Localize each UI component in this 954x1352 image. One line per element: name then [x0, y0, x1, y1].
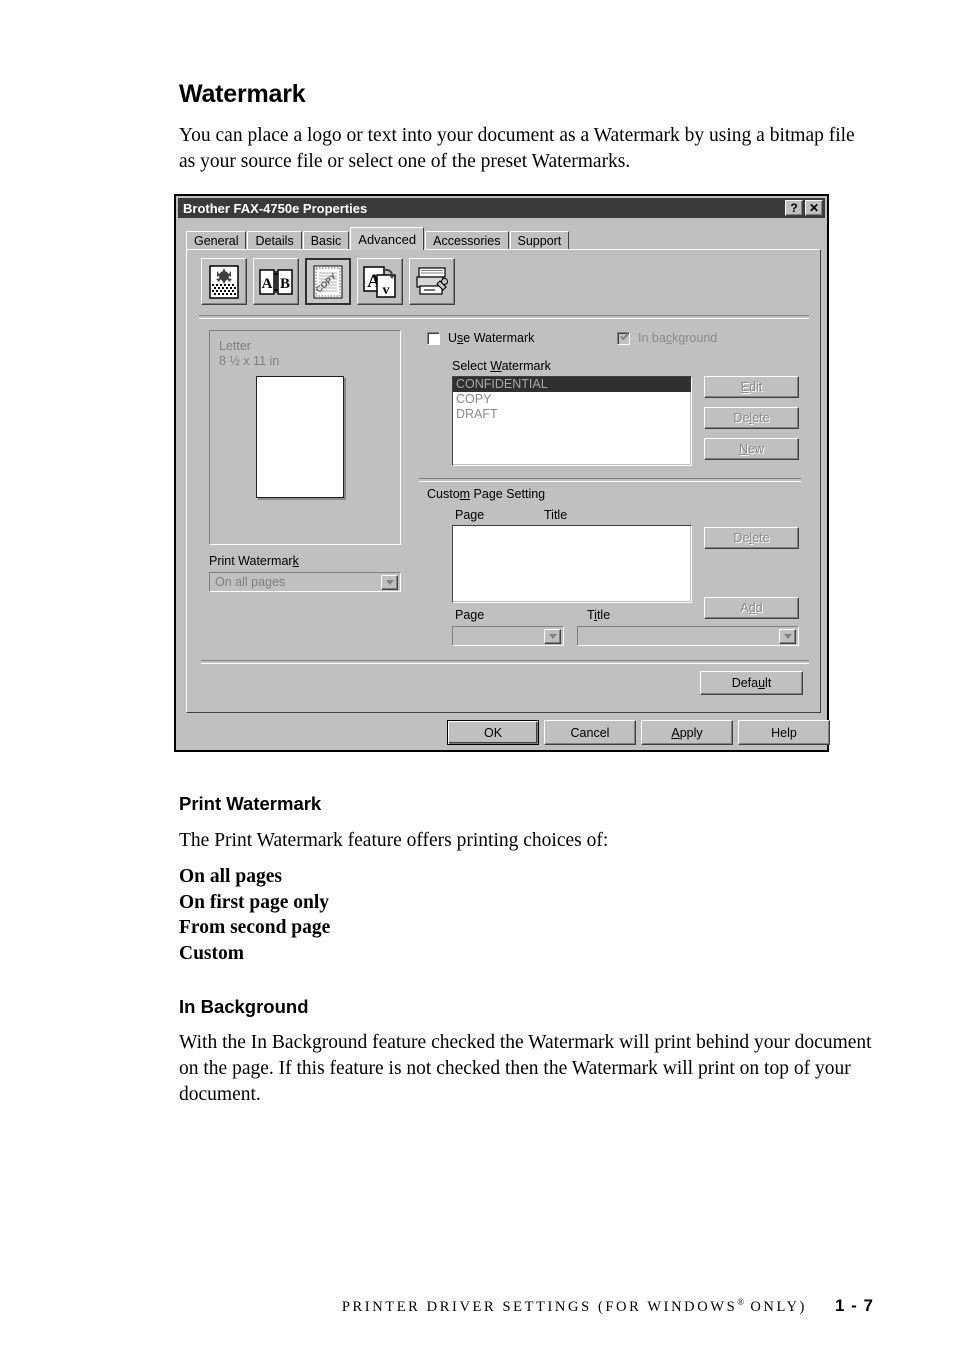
apply-button-label: Apply [671, 725, 703, 740]
toolbar-separator [199, 315, 809, 319]
column-header-page: Page [455, 508, 485, 522]
in-background-checkbox[interactable]: In background [617, 331, 717, 345]
use-watermark-checkbox[interactable]: Use Watermark [427, 331, 534, 345]
advanced-toolbar: A B COPY A v [201, 258, 455, 305]
custom-title-combo[interactable] [577, 626, 799, 646]
tab-strip: General Details Basic Advanced Accessori… [186, 227, 821, 250]
default-button-label: Default [731, 676, 772, 690]
in-background-heading: In Background [179, 996, 309, 1017]
footer-text-after: ONLY) [744, 1299, 807, 1315]
print-watermark-choices: On all pages On first page only From sec… [179, 864, 330, 966]
print-watermark-intro: The Print Watermark feature offers print… [179, 830, 609, 851]
delete-watermark-button[interactable]: Delete [704, 407, 799, 429]
intro-paragraph: You can place a logo or text into your d… [179, 125, 855, 172]
footer-running-head: PRINTER DRIVER SETTINGS (FOR WINDOWS® ON… [341, 1297, 807, 1315]
choice-item: On first page only [179, 891, 330, 913]
ok-button[interactable]: OK [447, 720, 539, 745]
page-footer: PRINTER DRIVER SETTINGS (FOR WINDOWS® ON… [0, 1296, 954, 1316]
svg-text:B: B [280, 276, 290, 292]
choice-item: Custom [179, 942, 245, 964]
font-rotate-icon[interactable]: A v [357, 258, 403, 305]
in-background-label: In background [638, 331, 718, 345]
preview-paper-sheet [256, 376, 344, 498]
page-number: 1 - 7 [834, 1296, 874, 1315]
edit-button-label: Edit [740, 380, 763, 394]
select-watermark-label: Select Watermark [452, 359, 551, 373]
help-button[interactable]: Help [738, 720, 830, 745]
custom-page-setting-label: Custom Page Setting [427, 487, 546, 501]
chevron-down-icon[interactable] [381, 574, 398, 590]
list-item[interactable]: COPY [453, 392, 691, 407]
section-separator [419, 478, 801, 482]
title-field-label: Title [587, 608, 611, 622]
chevron-down-icon[interactable] [779, 628, 796, 644]
list-item[interactable]: CONFIDENTIAL [453, 377, 691, 392]
checkmark-icon [620, 332, 629, 340]
chevron-down-icon[interactable] [544, 628, 561, 644]
in-background-body: With the In Background feature checked t… [179, 1032, 872, 1105]
footer-text-before: PRINTER DRIVER SETTINGS (FOR WINDOWS [341, 1299, 738, 1315]
watermark-copy-icon[interactable]: COPY [305, 258, 351, 305]
preview-size-label: Letter 8 ½ x 11 in [219, 339, 279, 369]
list-item[interactable]: DRAFT [453, 407, 691, 422]
advanced-tab-panel: A B COPY A v Letter 8 ½ x 11 in Print Wa… [186, 249, 821, 713]
device-options-icon[interactable] [409, 258, 455, 305]
column-header-title: Title [544, 508, 568, 522]
duplex-ab-icon[interactable]: A B [253, 258, 299, 305]
new-watermark-button[interactable]: New [704, 438, 799, 460]
cps-delete-label: Delete [733, 531, 770, 545]
new-button-label: New [738, 442, 764, 456]
cps-add-label: Add [740, 601, 763, 615]
custom-page-delete-button[interactable]: Delete [704, 527, 799, 549]
tab-general[interactable]: General [186, 231, 247, 250]
page-field-label: Page [455, 608, 485, 622]
edit-watermark-button[interactable]: Edit [704, 376, 799, 398]
checkbox-box [617, 331, 630, 345]
help-titlebar-button[interactable]: ? [785, 200, 803, 216]
checkbox-box [427, 331, 440, 345]
cancel-button[interactable]: Cancel [544, 720, 636, 745]
svg-text:A: A [262, 276, 273, 292]
halftone-image-icon[interactable] [201, 258, 247, 305]
tab-basic[interactable]: Basic [302, 231, 350, 250]
custom-page-add-button[interactable]: Add [704, 597, 799, 619]
preview-paper-size: Letter [219, 339, 251, 353]
tab-accessories[interactable]: Accessories [425, 231, 509, 250]
default-button[interactable]: Default [700, 671, 803, 695]
custom-page-combo[interactable] [452, 626, 564, 646]
printer-properties-dialog: Brother FAX-4750e Properties ? ✕ General… [174, 194, 830, 752]
page-title: Watermark [179, 80, 306, 108]
delete-button-label: Delete [733, 411, 770, 425]
use-watermark-label: Use Watermark [448, 331, 535, 345]
tab-details[interactable]: Details [247, 231, 302, 250]
dialog-title: Brother FAX-4750e Properties [183, 200, 368, 216]
print-watermark-combo-value: On all pages [215, 575, 286, 589]
print-watermark-label: Print Watermark [209, 554, 299, 568]
close-icon[interactable]: ✕ [805, 200, 823, 216]
print-watermark-heading: Print Watermark [179, 793, 322, 814]
page-preview: Letter 8 ½ x 11 in [209, 330, 401, 545]
preview-paper-dimensions: 8 ½ x 11 in [219, 354, 280, 368]
tab-support[interactable]: Support [509, 231, 570, 250]
print-watermark-combo[interactable]: On all pages [209, 572, 401, 592]
bottom-separator [201, 660, 809, 664]
dialog-titlebar[interactable]: Brother FAX-4750e Properties ? ✕ [178, 198, 825, 218]
custom-page-listbox[interactable] [452, 525, 692, 603]
tab-advanced[interactable]: Advanced [350, 227, 425, 250]
apply-button[interactable]: Apply [641, 720, 733, 745]
watermark-listbox[interactable]: CONFIDENTIAL COPY DRAFT [452, 376, 692, 466]
choice-item: On all pages [179, 866, 282, 887]
document-page: Watermark You can place a logo or text i… [0, 0, 954, 1352]
choice-item: From second page [179, 917, 331, 938]
svg-text:v: v [383, 283, 390, 298]
